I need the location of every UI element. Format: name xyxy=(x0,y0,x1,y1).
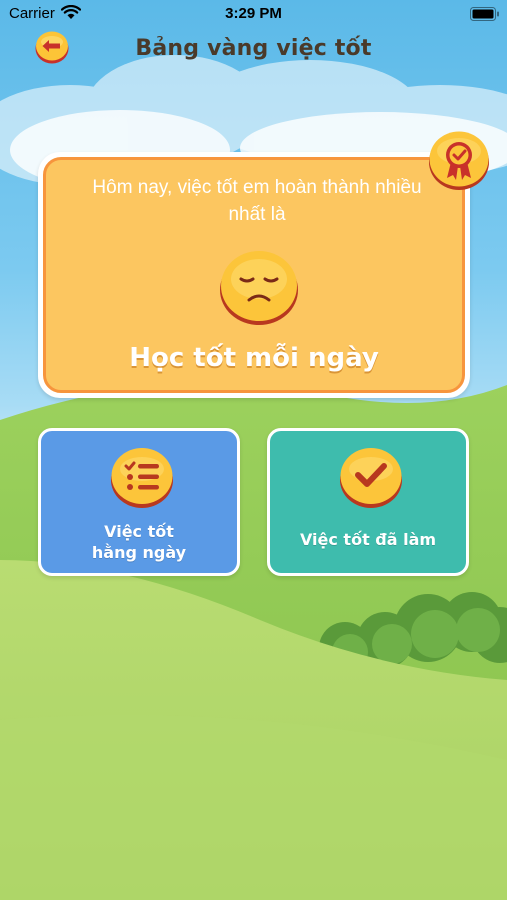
completed-good-deeds-button[interactable]: Việc tốt đã làm xyxy=(267,428,469,576)
status-bar: Carrier 3:29 PM xyxy=(0,0,507,28)
medal-icon xyxy=(429,131,489,190)
sad-face-icon xyxy=(220,251,298,325)
status-time: 3:29 PM xyxy=(225,5,282,22)
top-task-caption: Hôm nay, việc tốt em hoàn thành nhiều nh… xyxy=(92,177,422,225)
daily-good-deeds-label: Việc tốt hằng ngày xyxy=(41,521,237,563)
checkmark-icon xyxy=(340,448,402,508)
completed-good-deeds-label: Việc tốt đã làm xyxy=(299,530,437,549)
daily-good-deeds-line2: hằng ngày xyxy=(91,543,187,562)
daily-good-deeds-button[interactable]: Việc tốt hằng ngày xyxy=(38,428,240,576)
top-task-name: Học tốt mỗi ngày xyxy=(129,343,379,373)
top-task-card-body: Hôm nay, việc tốt em hoàn thành nhiều nh… xyxy=(43,157,465,393)
daily-good-deeds-line1: Việc tốt xyxy=(104,522,174,541)
battery-icon xyxy=(470,7,499,21)
page-title: Bảng vàng việc tốt xyxy=(135,36,372,61)
app-screen: Carrier 3:29 PM Bảng vàng việc tốt Hôm n… xyxy=(0,0,507,900)
top-task-card: Hôm nay, việc tốt em hoàn thành nhiều nh… xyxy=(38,152,470,398)
checklist-icon xyxy=(111,448,173,508)
